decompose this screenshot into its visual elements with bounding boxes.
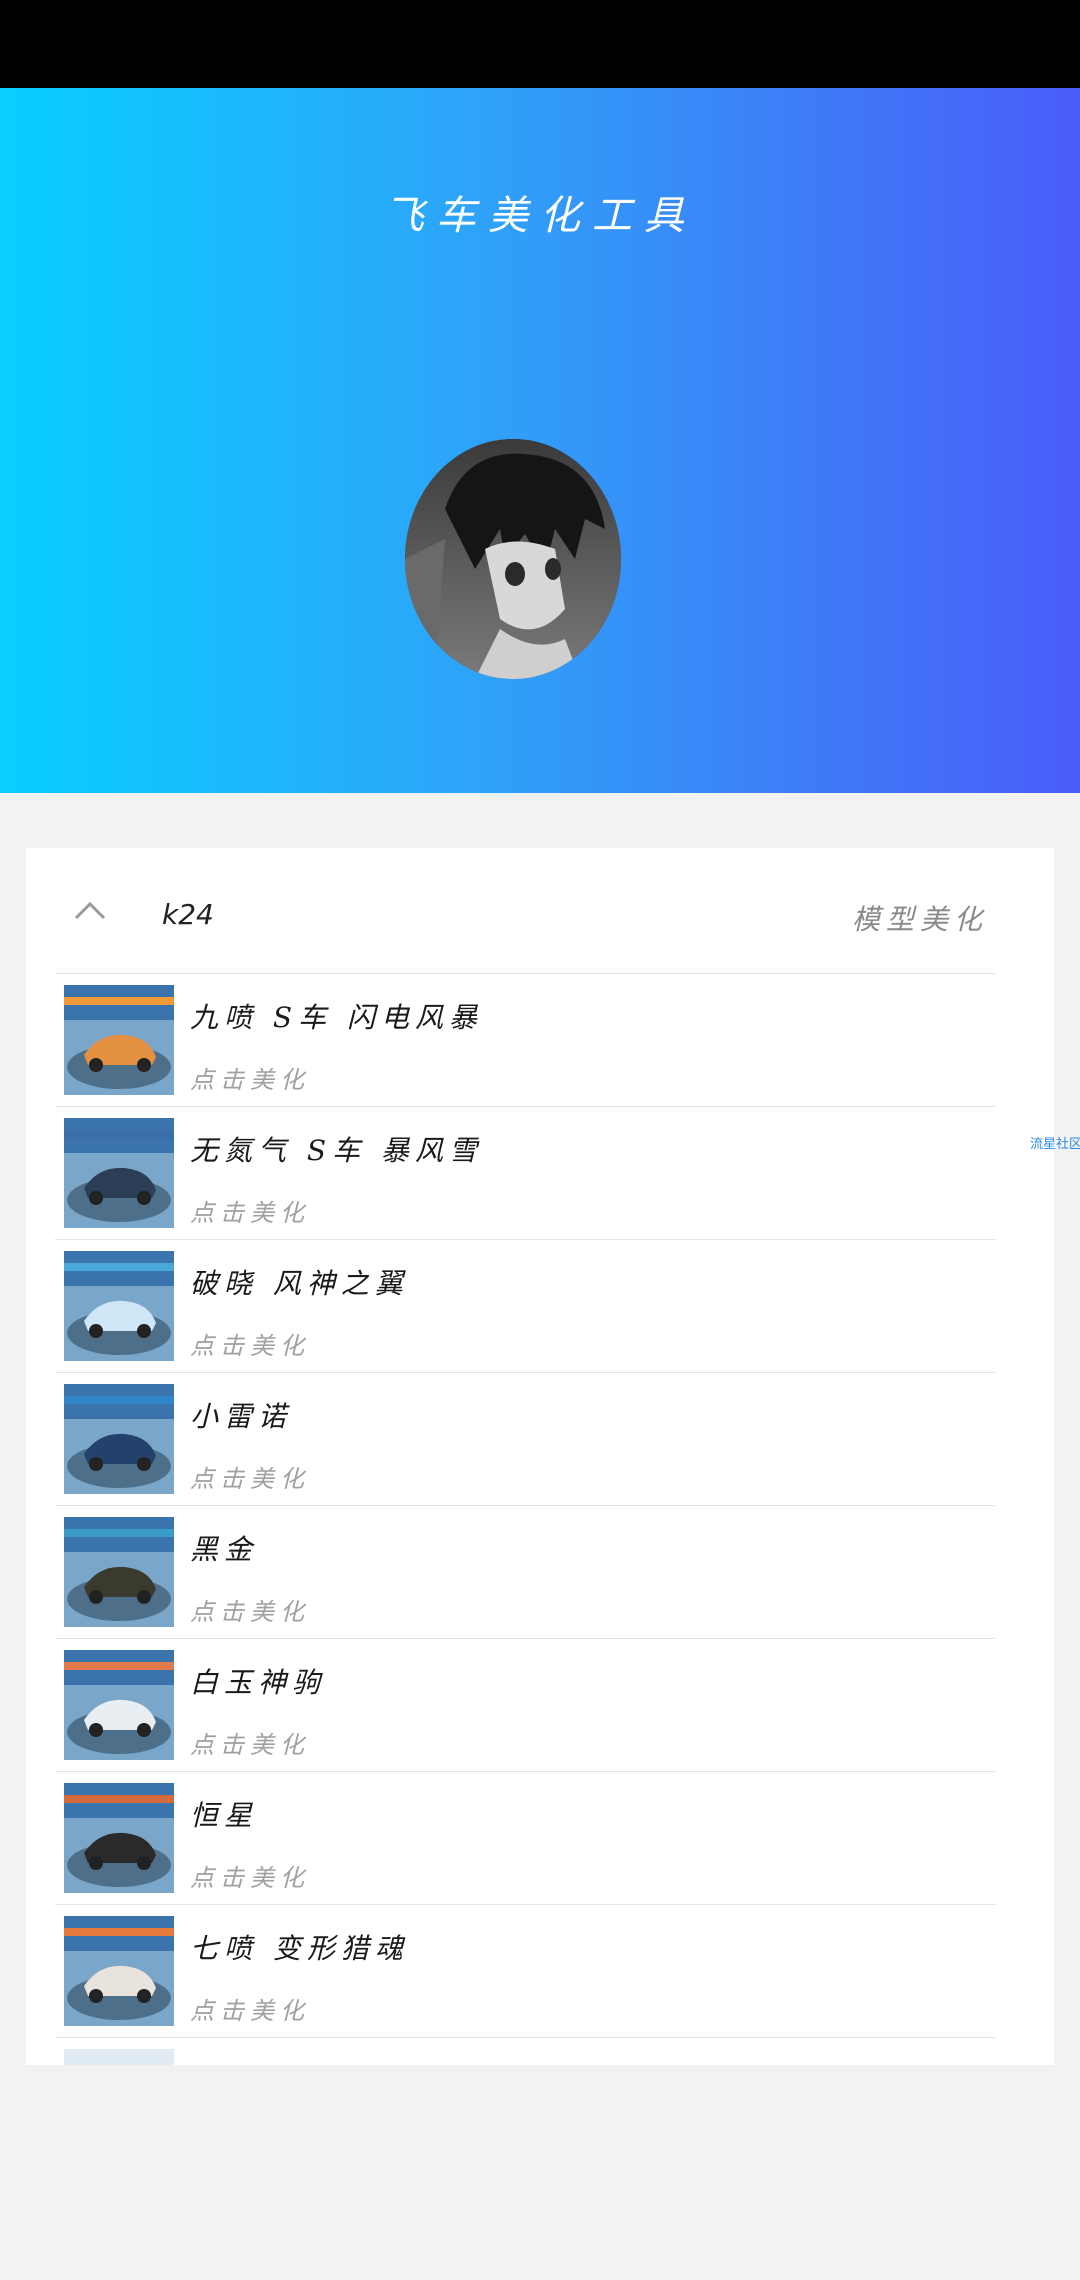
car-thumbnail	[64, 1118, 174, 1228]
card-header-category: 模型美化	[851, 903, 988, 936]
avatar-image	[405, 439, 621, 679]
avatar[interactable]	[405, 439, 621, 679]
model-list-card: k24 模型美化 九喷 S车 闪电风暴 点击美化 无氮气 S车 暴风雪 点击美化…	[26, 848, 1054, 2065]
item-action[interactable]: 点击美化	[190, 1858, 310, 1893]
item-title: 白玉神驹	[190, 1666, 327, 1699]
item-title: 破晓 风神之翼	[190, 1267, 409, 1300]
item-action[interactable]: 点击美化	[190, 1592, 310, 1627]
car-thumbnail	[64, 1916, 174, 2026]
list-item-partial[interactable]	[55, 2037, 995, 2065]
app-title: 飞车美化工具	[384, 193, 696, 239]
item-title: 黑金	[190, 1533, 259, 1566]
list-item[interactable]: 无氮气 S车 暴风雪 点击美化	[55, 1106, 995, 1239]
car-thumbnail	[64, 1517, 174, 1627]
item-title: 无氮气 S车 暴风雪	[190, 1134, 483, 1167]
hero-banner: 飞车美化工具	[0, 88, 1080, 793]
item-action[interactable]: 点击美化	[190, 1725, 310, 1760]
list-item[interactable]: 九喷 S车 闪电风暴 点击美化	[55, 973, 995, 1106]
chevron-up-icon[interactable]	[70, 898, 110, 922]
car-thumbnail	[64, 1251, 174, 1361]
item-action[interactable]: 点击美化	[190, 1193, 310, 1228]
card-header[interactable]: k24 模型美化	[26, 848, 1054, 973]
item-title: 七喷 变形猎魂	[190, 1932, 409, 1965]
car-thumbnail	[64, 985, 174, 1095]
status-bar	[0, 0, 1080, 88]
car-thumbnail	[64, 1783, 174, 1893]
list-item[interactable]: 小雷诺 点击美化	[55, 1372, 995, 1505]
list-item[interactable]: 恒星 点击美化	[55, 1771, 995, 1904]
list-item[interactable]: 白玉神驹 点击美化	[55, 1638, 995, 1771]
item-action[interactable]: 点击美化	[190, 1060, 310, 1095]
item-title: 小雷诺	[190, 1400, 293, 1433]
car-thumbnail	[64, 1650, 174, 1760]
item-title: 九喷 S车 闪电风暴	[190, 1001, 483, 1034]
list-item[interactable]: 黑金 点击美化	[55, 1505, 995, 1638]
item-title: 恒星	[190, 1799, 259, 1832]
model-list: 九喷 S车 闪电风暴 点击美化 无氮气 S车 暴风雪 点击美化 破晓 风神之翼 …	[55, 973, 995, 2065]
list-item[interactable]: 破晓 风神之翼 点击美化	[55, 1239, 995, 1372]
card-header-name: k24	[162, 898, 214, 931]
list-item[interactable]: 七喷 变形猎魂 点击美化	[55, 1904, 995, 2037]
car-thumbnail	[64, 2049, 174, 2065]
item-action[interactable]: 点击美化	[190, 1326, 310, 1361]
item-action[interactable]: 点击美化	[190, 1991, 310, 2026]
car-thumbnail	[64, 1384, 174, 1494]
item-action[interactable]: 点击美化	[190, 1459, 310, 1494]
community-link[interactable]: 流星社区	[1030, 1133, 1080, 1152]
